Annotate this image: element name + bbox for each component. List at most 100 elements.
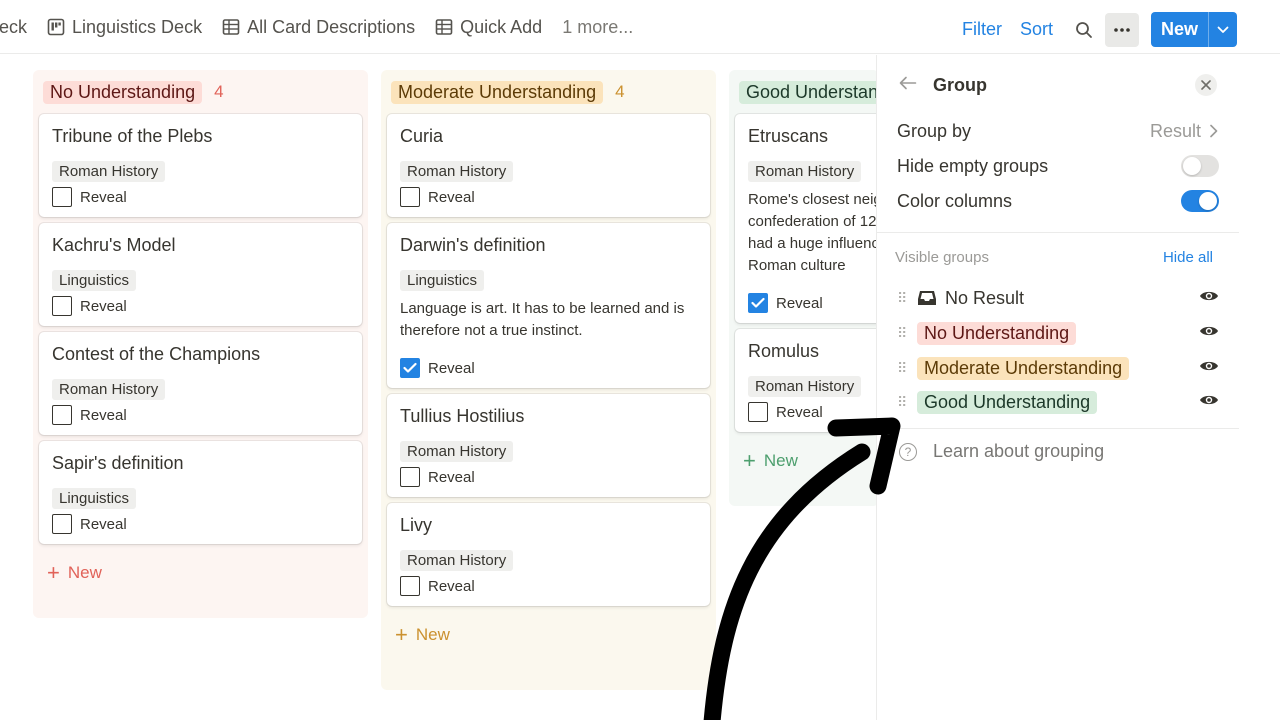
divider [877, 232, 1239, 233]
eye-icon[interactable] [1199, 393, 1219, 407]
reveal-checkbox[interactable]: Reveal [748, 293, 879, 313]
card-tag: Linguistics [52, 270, 137, 291]
drag-handle-icon[interactable]: ⠿ [897, 394, 911, 411]
reveal-checkbox[interactable]: Reveal [52, 405, 349, 425]
add-card-button[interactable]: + New [387, 612, 710, 658]
reveal-checkbox[interactable]: Reveal [400, 576, 697, 596]
add-card-button[interactable]: + New [39, 550, 362, 596]
tab-quick-add-label: Quick Add [460, 16, 543, 37]
board-icon [47, 18, 65, 36]
inbox-icon [918, 291, 936, 305]
reveal-label: Reveal [80, 188, 127, 206]
reveal-checkbox[interactable]: Reveal [748, 402, 879, 422]
new-dropdown-button[interactable] [1208, 12, 1237, 47]
add-card-button[interactable]: + New [735, 438, 873, 484]
reveal-label: Reveal [428, 188, 475, 206]
group-item-no-understanding[interactable]: ⠿ No Understanding [897, 320, 1219, 346]
board-card[interactable]: Kachru's Model Linguistics Reveal [39, 223, 362, 326]
ellipsis-icon [1114, 27, 1130, 32]
column-header[interactable]: No Understanding 4 [43, 78, 362, 106]
card-tag: Linguistics [52, 488, 137, 509]
column-count: 4 [615, 82, 625, 101]
reveal-label: Reveal [776, 294, 823, 312]
reveal-checkbox[interactable]: Reveal [400, 187, 697, 207]
checkbox-icon [52, 296, 72, 316]
reveal-checkbox[interactable]: Reveal [52, 514, 349, 534]
help-icon: ? [899, 442, 917, 461]
more-views-link[interactable]: 1 more... [562, 17, 633, 38]
back-button[interactable] [899, 76, 917, 95]
board-card[interactable]: Tribune of the Plebs Roman History Revea… [39, 114, 362, 217]
drag-handle-icon[interactable]: ⠿ [897, 290, 911, 307]
tab-deck-label: Deck [0, 16, 28, 37]
search-button[interactable] [1067, 13, 1101, 47]
column-title: No Understanding [43, 80, 203, 104]
board-card[interactable]: Contest of the Champions Roman History R… [39, 332, 362, 435]
close-button[interactable] [1195, 74, 1217, 96]
toolbar-actions: Filter Sort New [944, 12, 1237, 47]
panel-title: Group [933, 75, 987, 95]
checkbox-icon [400, 576, 420, 596]
drag-handle-icon[interactable]: ⠿ [897, 325, 911, 342]
new-button[interactable]: New [1150, 12, 1237, 47]
card-title: Romulus [748, 341, 820, 361]
learn-about-grouping-link[interactable]: ? Learn about grouping [899, 441, 1104, 462]
checkbox-icon [400, 187, 420, 207]
checkbox-icon [52, 514, 72, 534]
tab-linguistics-deck[interactable]: Linguistics Deck [47, 17, 202, 38]
column-count: 4 [214, 82, 224, 101]
filter-button[interactable]: Filter [962, 19, 1002, 40]
reveal-label: Reveal [776, 403, 823, 421]
group-by-row[interactable]: Group by Result [897, 116, 1219, 146]
board-card[interactable]: Etruscans Roman History Rome's closest n… [735, 114, 879, 323]
hide-all-button[interactable]: Hide all [1163, 249, 1213, 266]
tab-quick-add[interactable]: Quick Add [435, 17, 542, 38]
board-card[interactable]: Darwin's definition Linguistics Language… [387, 223, 710, 388]
panel-header: Group [899, 75, 987, 96]
hide-empty-groups-toggle[interactable] [1181, 155, 1219, 177]
close-icon [1201, 80, 1211, 90]
card-tag: Roman History [748, 161, 862, 182]
visible-groups-label: Visible groups [895, 249, 989, 266]
view-tabs: Deck Linguistics Deck All Card Descripti… [0, 0, 653, 54]
toggle-knob [1183, 157, 1201, 175]
group-item-good-understanding[interactable]: ⠿ Good Understanding [897, 389, 1219, 415]
board-card[interactable]: Livy Roman History Reveal [387, 503, 710, 606]
reveal-checkbox[interactable]: Reveal [52, 187, 349, 207]
sort-button[interactable]: Sort [1020, 19, 1053, 40]
color-columns-toggle[interactable] [1181, 190, 1219, 212]
board-column-good-understanding: Good Understanding Etruscans Roman Histo… [729, 70, 879, 506]
group-item-no-result[interactable]: ⠿ No Result [897, 285, 1219, 311]
group-label: No Result [945, 287, 1025, 308]
checkbox-icon [52, 187, 72, 207]
card-tag: Roman History [400, 161, 514, 182]
board-card[interactable]: Romulus Roman History Reveal [735, 329, 879, 432]
hide-empty-groups-label: Hide empty groups [897, 155, 1049, 176]
checkbox-checked-icon [748, 293, 768, 313]
eye-icon[interactable] [1199, 359, 1219, 373]
eye-icon[interactable] [1199, 324, 1219, 338]
group-label: Moderate Understanding [917, 356, 1130, 380]
drag-handle-icon[interactable]: ⠿ [897, 360, 911, 377]
card-tag: Roman History [400, 441, 514, 462]
hide-empty-groups-row: Hide empty groups [897, 151, 1219, 181]
tab-deck[interactable]: Deck [0, 17, 27, 38]
reveal-checkbox[interactable]: Reveal [400, 467, 697, 487]
plus-icon: + [47, 560, 60, 585]
reveal-checkbox[interactable]: Reveal [400, 358, 697, 378]
more-options-button[interactable] [1104, 12, 1139, 47]
database-toolbar: Deck Linguistics Deck All Card Descripti… [0, 0, 1280, 54]
learn-label: Learn about grouping [933, 441, 1105, 461]
reveal-label: Reveal [428, 577, 475, 595]
eye-icon[interactable] [1199, 289, 1219, 303]
board-card[interactable]: Sapir's definition Linguistics Reveal [39, 441, 362, 544]
board-card[interactable]: Curia Roman History Reveal [387, 114, 710, 217]
board-card[interactable]: Tullius Hostilius Roman History Reveal [387, 394, 710, 497]
group-item-moderate-understanding[interactable]: ⠿ Moderate Understanding [897, 355, 1219, 381]
column-header[interactable]: Good Understanding [739, 78, 879, 106]
add-card-label: New [415, 625, 450, 644]
more-views-label: 1 more... [562, 16, 634, 37]
tab-all-card-descriptions[interactable]: All Card Descriptions [222, 17, 415, 38]
column-header[interactable]: Moderate Understanding 4 [391, 78, 710, 106]
reveal-checkbox[interactable]: Reveal [52, 296, 349, 316]
